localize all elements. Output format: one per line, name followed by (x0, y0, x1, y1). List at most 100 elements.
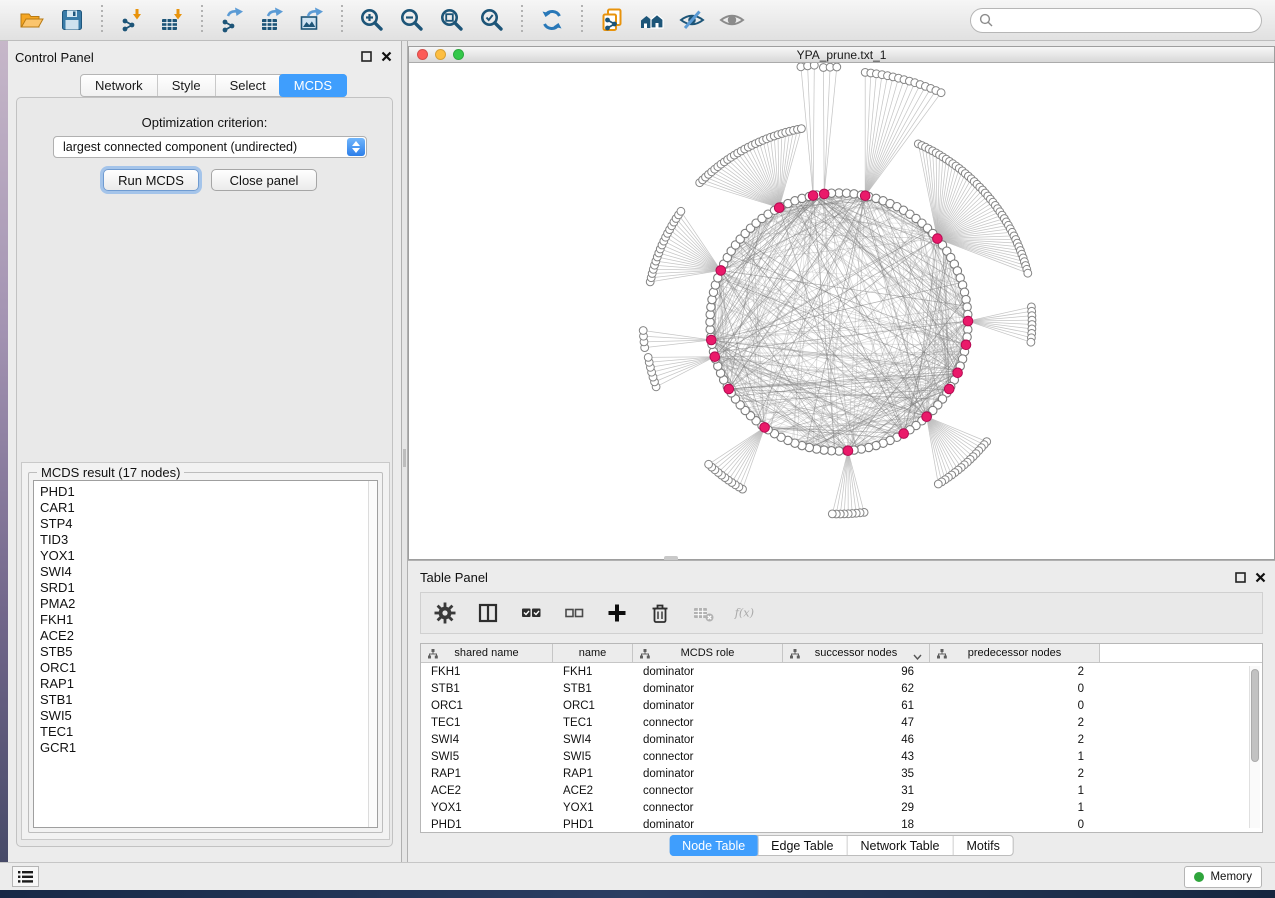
column-header-predecessor-nodes[interactable]: predecessor nodes (930, 644, 1100, 662)
table-row[interactable]: ACE2ACE2connector311 (421, 782, 1262, 799)
clone-network-icon[interactable] (598, 6, 626, 34)
sort-chevron-icon[interactable] (913, 651, 922, 663)
cell: 96 (783, 666, 930, 678)
show-columns-icon[interactable] (476, 601, 500, 625)
mcds-result-item[interactable]: ACE2 (40, 628, 377, 644)
mcds-result-item[interactable]: TEC1 (40, 724, 377, 740)
column-header-name[interactable]: name (553, 644, 633, 662)
node-table[interactable]: shared name nameMCDS rolesuccessor nodesp… (420, 643, 1263, 833)
apply-layout-refresh-icon[interactable] (538, 6, 566, 34)
network-canvas[interactable] (409, 63, 1274, 559)
mcds-result-item[interactable]: RAP1 (40, 676, 377, 692)
node-table-header: shared name nameMCDS rolesuccessor nodesp… (421, 644, 1262, 663)
mcds-result-list[interactable]: PHD1CAR1STP4TID3YOX1SWI4SRD1PMA2FKH1ACE2… (33, 480, 378, 828)
import-network-icon[interactable] (118, 6, 146, 34)
mcds-result-item[interactable]: GCR1 (40, 740, 377, 756)
zoom-fit-icon[interactable] (438, 6, 466, 34)
close-panel-icon[interactable] (381, 51, 392, 62)
mcds-result-item[interactable]: STP4 (40, 516, 377, 532)
tab-style[interactable]: Style (157, 75, 215, 96)
tab-network-table[interactable]: Network Table (847, 836, 953, 855)
table-row[interactable]: RAP1RAP1dominator352 (421, 765, 1262, 782)
mcds-result-item[interactable]: FKH1 (40, 612, 377, 628)
show-all-eye-icon[interactable] (718, 6, 746, 34)
mcds-result-item[interactable]: STB5 (40, 644, 377, 660)
mcds-result-item[interactable]: PHD1 (40, 484, 377, 500)
export-image-icon[interactable] (298, 6, 326, 34)
save-session-icon[interactable] (58, 6, 86, 34)
mcds-result-item[interactable]: TID3 (40, 532, 377, 548)
column-header-successor-nodes[interactable]: successor nodes (783, 644, 930, 662)
close-panel-button[interactable]: Close panel (211, 169, 317, 191)
table-settings-gear-icon[interactable] (433, 601, 457, 625)
table-row[interactable]: PHD1PHD1dominator180 (421, 816, 1262, 833)
tab-network[interactable]: Network (81, 75, 157, 96)
mcds-result-item[interactable]: CAR1 (40, 500, 377, 516)
tab-node-table[interactable]: Node Table (669, 835, 758, 856)
tab-mcds[interactable]: MCDS (279, 74, 347, 97)
tab-motifs[interactable]: Motifs (952, 836, 1012, 855)
add-row-icon[interactable] (605, 601, 629, 625)
table-scrollbar-thumb[interactable] (1251, 669, 1259, 762)
vertical-splitter[interactable] (401, 41, 408, 862)
cell: STB1 (553, 683, 633, 695)
control-panel: Control Panel NetworkStyleSelectMCDS Opt… (8, 41, 401, 862)
delete-row-icon[interactable] (648, 601, 672, 625)
mcds-result-item[interactable]: YOX1 (40, 548, 377, 564)
import-table-icon[interactable] (158, 6, 186, 34)
select-all-rows-icon[interactable] (519, 601, 543, 625)
network-graph[interactable] (409, 63, 1274, 559)
cell: dominator (633, 666, 783, 678)
export-network-icon[interactable] (218, 6, 246, 34)
mcds-result-item[interactable]: SRD1 (40, 580, 377, 596)
mcds-result-item[interactable]: ORC1 (40, 660, 377, 676)
minimize-window-icon[interactable] (435, 49, 446, 60)
column-header-shared-name[interactable]: shared name (421, 644, 553, 662)
mcds-result-item[interactable]: SWI5 (40, 708, 377, 724)
column-label: shared name (454, 647, 518, 659)
table-row[interactable]: STB1STB1dominator620 (421, 680, 1262, 697)
run-mcds-button[interactable]: Run MCDS (103, 169, 199, 191)
first-neighbors-icon[interactable] (638, 6, 666, 34)
criterion-select-value: largest connected component (undirected) (63, 140, 297, 154)
table-row[interactable]: FKH1FKH1dominator962 (421, 663, 1262, 680)
splitter-handle[interactable] (403, 449, 406, 467)
search-box[interactable] (970, 8, 1262, 33)
search-input[interactable] (998, 13, 1253, 27)
tab-select[interactable]: Select (215, 75, 280, 96)
float-panel-icon[interactable] (361, 51, 372, 62)
export-table-icon[interactable] (258, 6, 286, 34)
mcds-result-title: MCDS result (17 nodes) (37, 465, 184, 480)
mcds-result-item[interactable]: SWI4 (40, 564, 377, 580)
maximize-window-icon[interactable] (453, 49, 464, 60)
cell: SWI4 (553, 734, 633, 746)
optimization-criterion-label: Optimization criterion: (17, 115, 392, 130)
tab-edge-table[interactable]: Edge Table (757, 836, 846, 855)
deselect-all-rows-icon[interactable] (562, 601, 586, 625)
select-stepper-icon[interactable] (347, 138, 365, 156)
column-header-MCDS-role[interactable]: MCDS role (633, 644, 783, 662)
cell: 29 (783, 802, 930, 814)
network-window-titlebar[interactable]: YPA_prune.txt_1 (409, 47, 1274, 63)
table-row[interactable]: ORC1ORC1dominator610 (421, 697, 1262, 714)
open-file-icon[interactable] (18, 6, 46, 34)
close-table-panel-icon[interactable] (1255, 572, 1266, 583)
table-row[interactable]: SWI5SWI5connector431 (421, 748, 1262, 765)
zoom-in-icon[interactable] (358, 6, 386, 34)
criterion-select[interactable]: largest connected component (undirected) (53, 136, 367, 158)
float-table-panel-icon[interactable] (1235, 572, 1246, 583)
close-window-icon[interactable] (417, 49, 428, 60)
cell: ACE2 (421, 785, 553, 797)
zoom-selected-icon[interactable] (478, 6, 506, 34)
task-history-button[interactable] (12, 866, 39, 887)
table-row[interactable]: SWI4SWI4dominator462 (421, 731, 1262, 748)
table-scrollbar[interactable] (1249, 666, 1260, 828)
mcds-result-item[interactable]: PMA2 (40, 596, 377, 612)
zoom-out-icon[interactable] (398, 6, 426, 34)
hide-selected-eye-icon[interactable] (678, 6, 706, 34)
table-row[interactable]: TEC1TEC1connector472 (421, 714, 1262, 731)
mcds-result-item[interactable]: STB1 (40, 692, 377, 708)
memory-button[interactable]: Memory (1184, 866, 1262, 888)
table-row[interactable]: YOX1YOX1connector291 (421, 799, 1262, 816)
list-scrollbar[interactable] (368, 481, 377, 827)
